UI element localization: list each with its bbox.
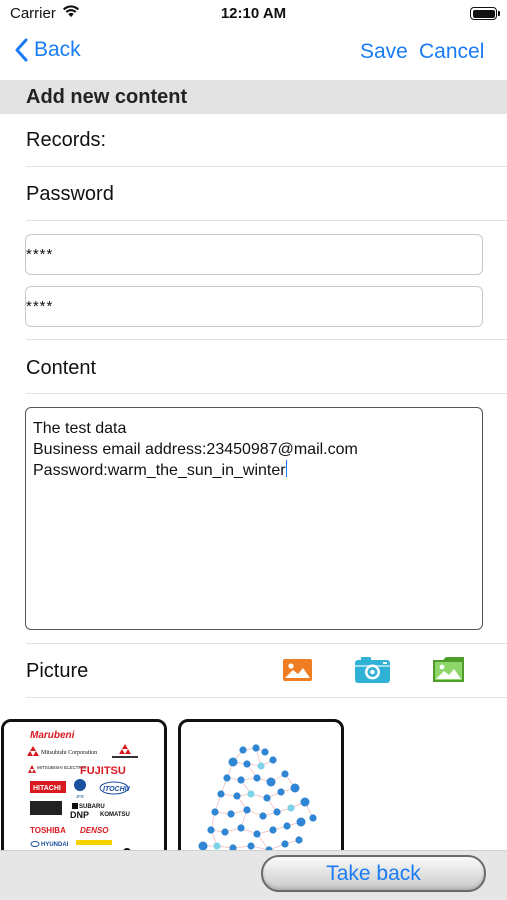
password-confirm-field[interactable]: **** [25,286,483,327]
back-label: Back [34,38,81,61]
graph-node [281,770,289,778]
cancel-button[interactable]: Cancel [419,40,484,64]
content-line: The test data [33,420,127,437]
logo-text: JFE [76,794,84,799]
graph-node [239,746,247,754]
graph-node [300,797,310,807]
logo-collage-image: Marubeni Mitsubishi Corporation MITSUBIS… [4,722,164,866]
take-back-button[interactable]: Take back [261,855,486,892]
graph-node [252,744,260,752]
divider [26,339,507,340]
image-icon[interactable] [283,659,312,686]
content-line-with-caret: Password:warm_the_sun_in_winter [33,460,475,481]
graph-node [221,828,229,836]
graph-node [287,804,295,812]
content-line-text: Password:warm_the_sun_in_winter [33,462,286,479]
password-label: Password [26,183,114,205]
logo-text: DENSO [80,826,109,835]
graph-node [257,762,265,770]
status-bar: Carrier 12:10 AM [0,0,507,28]
graph-node [247,790,255,798]
photo-thumbnail-network[interactable] [178,719,344,869]
section-title: Add new content [26,86,188,108]
graph-node [259,812,267,820]
divider [26,166,507,167]
content-line: Business email address:23450987@mail.com [33,441,358,458]
graph-node [295,836,303,844]
graph-node [261,748,269,756]
divider [26,393,507,394]
graph-node [281,840,289,848]
clock: 12:10 AM [220,5,287,22]
graph-node [269,756,277,764]
network-graph-image [198,744,317,854]
graph-node [277,788,285,796]
logo-text: HYUNDAI [41,842,69,848]
graph-node [207,826,215,834]
graph-node [283,822,291,830]
logo-text: HITACHI [33,785,61,792]
divider [26,643,507,644]
graph-node [263,794,271,802]
save-button[interactable]: Save [360,40,408,64]
section-header: Add new content [0,80,507,114]
graph-node [228,757,238,767]
photo-thumbnail-logos[interactable]: Marubeni Mitsubishi Corporation MITSUBIS… [1,719,167,869]
password-field[interactable]: **** [25,234,483,275]
graph-node [243,760,251,768]
content-label: Content [26,357,97,379]
graph-node [213,842,221,850]
bottom-toolbar: Take back [0,850,507,900]
text-cursor [285,460,288,477]
graph-node [253,774,261,782]
chevron-left-icon [15,38,28,62]
graph-node [253,830,261,838]
graph-node [309,814,317,822]
records-label: Records: [26,129,107,151]
graph-node [237,824,245,832]
camera-icon[interactable] [355,657,390,688]
graph-node [269,826,277,834]
logo-text: ITOCHU [103,786,131,793]
gallery-folder-icon[interactable] [432,656,465,688]
graph-node [211,808,219,816]
navigation-bar: Back Save Cancel [0,28,507,80]
logo-text: Marubeni [30,730,75,741]
graph-node [290,783,300,793]
graph-node [296,817,306,827]
graph-node [237,776,245,784]
content-textarea[interactable]: The test data Business email address:234… [25,407,483,630]
graph-node [217,790,225,798]
graph-node [266,777,276,787]
logo-text: DNP [70,810,89,820]
graph-node [227,810,235,818]
graph-node [273,808,281,816]
graph-node [233,792,241,800]
logo-text: KOMATSU [100,812,130,818]
divider [26,220,507,221]
graph-node [223,774,231,782]
logo-text: TOSHIBA [30,826,66,835]
divider [26,697,507,698]
graph-node [243,806,251,814]
picture-label: Picture [26,660,89,682]
back-button[interactable]: Back [14,38,81,62]
battery-icon [470,7,500,20]
logo-text: Mitsubishi Corporation [41,750,97,756]
logo-text: FUJITSU [80,765,126,777]
graph-node [247,842,255,850]
